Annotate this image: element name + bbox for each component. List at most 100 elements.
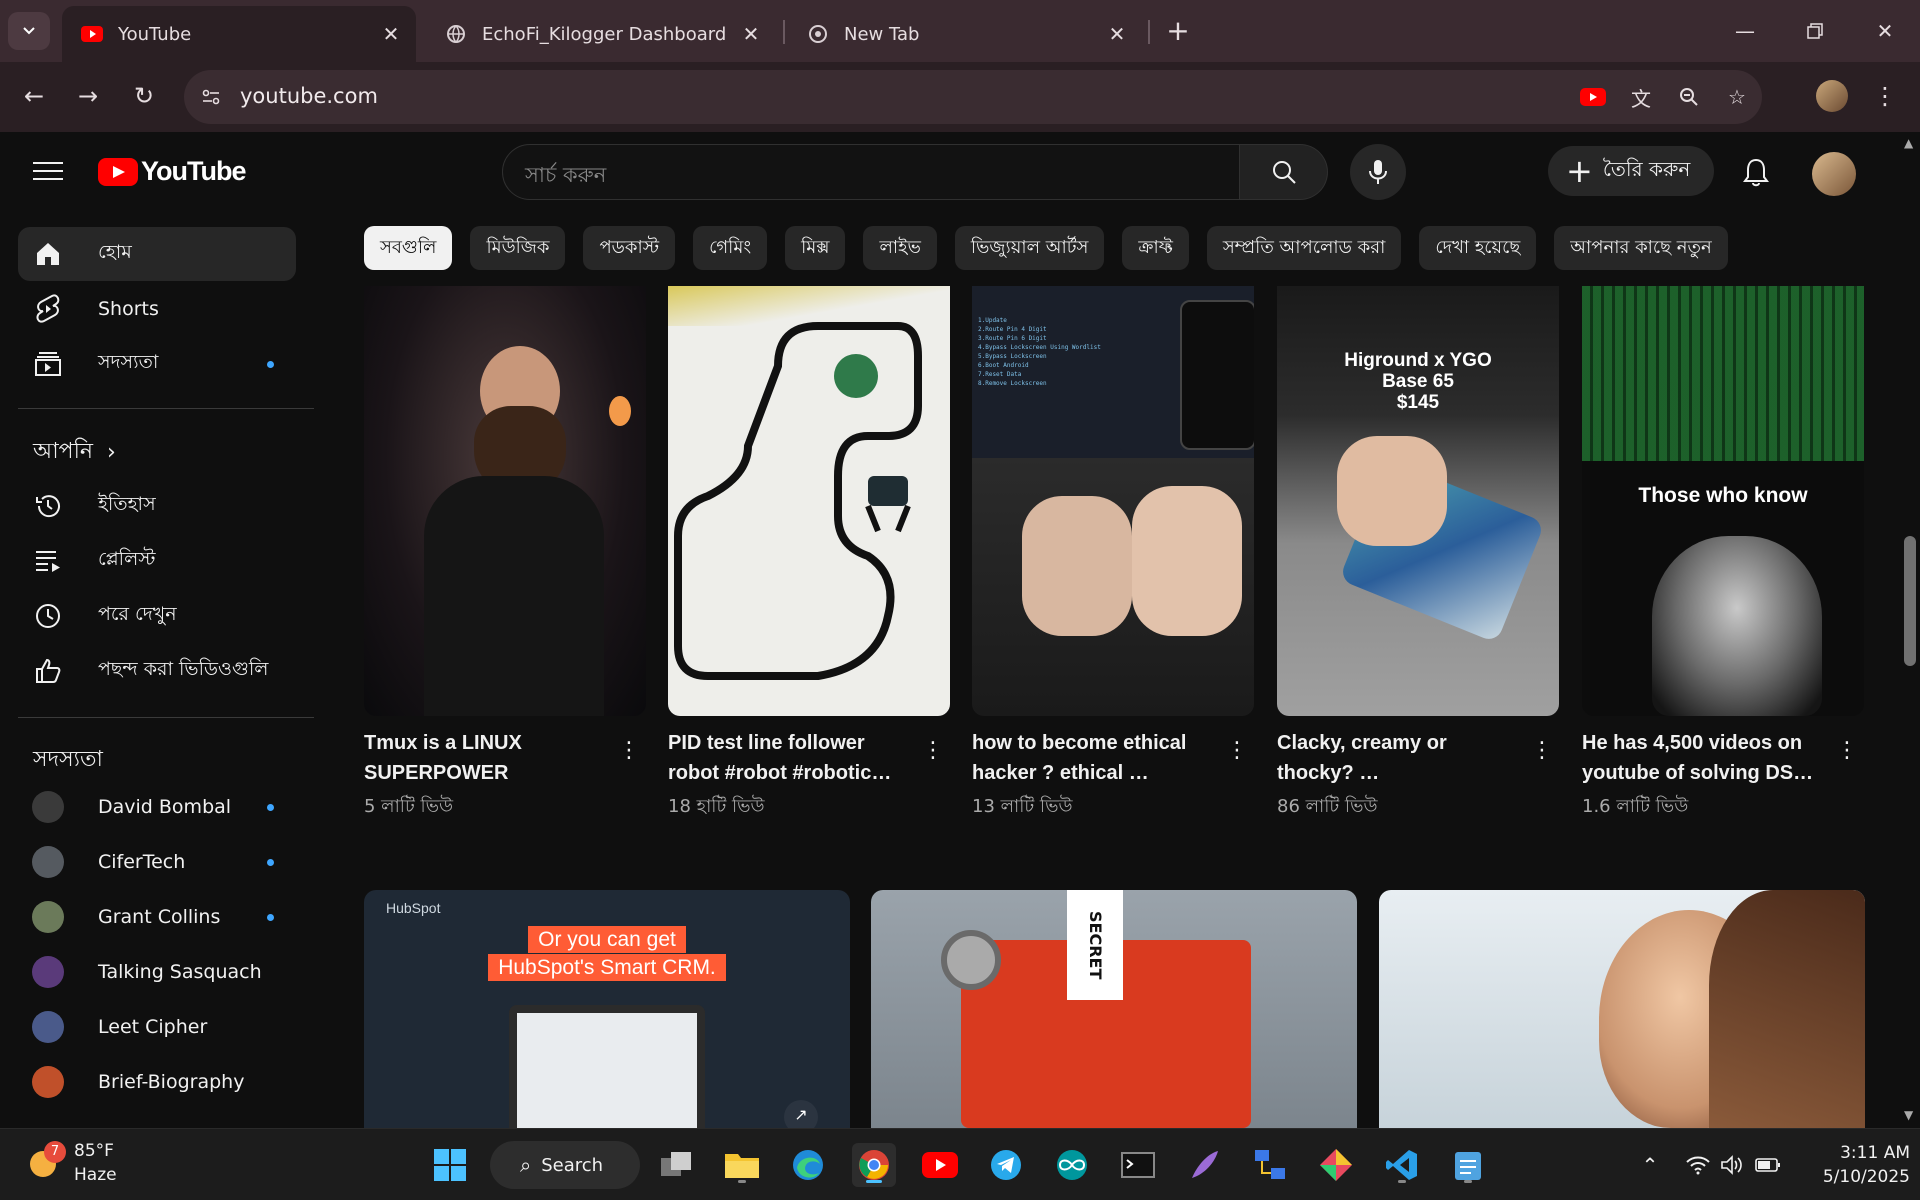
zoom-icon[interactable] xyxy=(1674,82,1704,112)
search-input[interactable]: সার্চ করুন xyxy=(502,144,1240,200)
chip-live[interactable]: লাইভ xyxy=(863,226,937,270)
terminal-icon[interactable] xyxy=(1116,1143,1160,1187)
sidebar-channel-david-bombal[interactable]: David Bombal xyxy=(18,780,296,834)
sidebar-channel-brief-biography[interactable]: Brief-Biography xyxy=(18,1055,296,1109)
sidebar-item-home[interactable]: হোম xyxy=(18,227,296,281)
short-title[interactable]: PID test line follower robot #robot #rob… xyxy=(668,728,908,788)
scroll-up-icon[interactable]: ▲ xyxy=(1904,136,1913,150)
chip-music[interactable]: মিউজিক xyxy=(470,226,566,270)
new-tab-button[interactable]: + xyxy=(1160,14,1196,50)
translate-icon[interactable]: 文 xyxy=(1626,82,1656,112)
sidebar-you-heading[interactable]: আপনি › xyxy=(33,434,116,471)
menu-icon[interactable] xyxy=(30,156,66,188)
profile-avatar[interactable] xyxy=(1816,80,1848,112)
tab-echofi-dashboard[interactable]: EchoFi_Kilogger Dashboard ✕ xyxy=(426,6,776,62)
bookmark-star-icon[interactable]: ☆ xyxy=(1722,82,1752,112)
external-link-icon[interactable]: ↗ xyxy=(784,1100,818,1128)
arduino-icon[interactable] xyxy=(1050,1143,1094,1187)
feather-app-icon[interactable] xyxy=(1182,1143,1226,1187)
more-options-icon[interactable]: ⋮ xyxy=(1531,738,1553,768)
short-card[interactable]: PID test line follower robot #robot #rob… xyxy=(668,286,950,817)
network-tool-icon[interactable] xyxy=(1248,1143,1292,1187)
sidebar-channel-talking-sasquach[interactable]: Talking Sasquach xyxy=(18,945,296,999)
chip-watched[interactable]: দেখা হয়েছে xyxy=(1419,226,1537,270)
close-tab-icon[interactable]: ✕ xyxy=(1102,22,1132,46)
short-thumbnail[interactable] xyxy=(668,286,950,716)
system-clock[interactable]: 3:11 AM 5/10/2025 xyxy=(1800,1141,1910,1189)
youtube-extension-icon[interactable] xyxy=(1578,82,1608,112)
vscode-icon[interactable] xyxy=(1380,1143,1424,1187)
short-title[interactable]: Clacky, creamy or thocky? … xyxy=(1277,728,1517,788)
weather-widget[interactable]: 7 85°F Haze xyxy=(24,1139,117,1187)
youtube-app-icon[interactable] xyxy=(918,1143,962,1187)
sidebar-channel-leet-cipher[interactable]: Leet Cipher xyxy=(18,1000,296,1054)
create-button[interactable]: + তৈরি করুন xyxy=(1548,146,1714,196)
address-bar[interactable]: youtube.com 文 ☆ xyxy=(184,70,1762,124)
chip-gaming[interactable]: গেমিং xyxy=(693,226,768,270)
volume-icon[interactable] xyxy=(1718,1147,1746,1183)
reload-icon[interactable]: ↻ xyxy=(124,76,164,116)
sidebar-item-subscriptions[interactable]: সদস্যতা xyxy=(18,337,296,391)
notifications-bell-icon[interactable] xyxy=(1736,150,1776,194)
short-card[interactable]: Tmux is a LINUX SUPERPOWER ⋮ 5 লাটি ভিউ xyxy=(364,286,646,817)
taskbar-search[interactable]: ⌕ Search xyxy=(490,1141,640,1189)
sidebar-channel-cifertech[interactable]: CiferTech xyxy=(18,835,296,889)
short-thumbnail[interactable]: Higround x YGO Base 65 $145 xyxy=(1277,286,1559,716)
chip-podcasts[interactable]: পডকাস্ট xyxy=(583,226,676,270)
more-options-icon[interactable]: ⋮ xyxy=(618,738,640,768)
chrome-icon[interactable] xyxy=(852,1143,896,1187)
short-title[interactable]: Tmux is a LINUX SUPERPOWER xyxy=(364,728,604,788)
more-options-icon[interactable]: ⋮ xyxy=(1836,738,1858,768)
wifi-icon[interactable] xyxy=(1684,1147,1712,1183)
sidebar-channel-grant-collins[interactable]: Grant Collins xyxy=(18,890,296,944)
ad-video-card[interactable]: HubSpot Or you can get HubSpot's Smart C… xyxy=(364,890,850,1128)
telegram-icon[interactable] xyxy=(984,1143,1028,1187)
youtube-logo[interactable]: YouTube xyxy=(98,156,246,187)
search-button[interactable] xyxy=(1240,144,1328,200)
short-card[interactable]: 1.Update 2.Route Pin 4 Digit 3.Route Pin… xyxy=(972,286,1254,817)
more-options-icon[interactable]: ⋮ xyxy=(1226,738,1248,768)
close-tab-icon[interactable]: ✕ xyxy=(376,22,406,46)
sidebar-item-watch-later[interactable]: পরে দেখুন xyxy=(18,589,296,643)
short-thumbnail[interactable] xyxy=(364,286,646,716)
short-title[interactable]: He has 4,500 videos on youtube of solvin… xyxy=(1582,728,1822,788)
file-explorer-icon[interactable] xyxy=(720,1143,764,1187)
tab-search-button[interactable] xyxy=(8,12,50,50)
sidebar-item-history[interactable]: ইতিহাস xyxy=(18,479,296,533)
show-hidden-icons-icon[interactable]: ⌃ xyxy=(1636,1147,1664,1183)
page-scrollbar[interactable]: ▲ ▼ xyxy=(1900,132,1920,1128)
sidebar-item-shorts[interactable]: Shorts xyxy=(18,282,296,336)
voice-search-button[interactable] xyxy=(1350,144,1406,200)
chip-recently-uploaded[interactable]: সম্প্রতি আপলোড করা xyxy=(1206,226,1402,270)
task-view-icon[interactable] xyxy=(654,1143,698,1187)
more-options-icon[interactable]: ⋮ xyxy=(922,738,944,768)
video-card[interactable] xyxy=(1379,890,1865,1128)
minimize-icon[interactable]: — xyxy=(1720,12,1770,50)
chip-all[interactable]: সবগুলি xyxy=(364,226,453,270)
chip-mixes[interactable]: মিক্স xyxy=(785,226,846,270)
windows-start-icon[interactable] xyxy=(428,1143,472,1187)
short-title[interactable]: how to become ethical hacker ? ethical … xyxy=(972,728,1212,788)
scroll-down-icon[interactable]: ▼ xyxy=(1904,1108,1913,1122)
colorful-app-icon[interactable] xyxy=(1314,1143,1358,1187)
battery-icon[interactable] xyxy=(1754,1147,1782,1183)
browser-menu-icon[interactable]: ⋮ xyxy=(1870,78,1900,114)
edge-browser-icon[interactable] xyxy=(786,1143,830,1187)
chip-new-to-you[interactable]: আপনার কাছে নতুন xyxy=(1554,226,1728,270)
account-avatar[interactable] xyxy=(1812,152,1856,196)
back-icon[interactable]: ← xyxy=(14,76,54,116)
scrollbar-thumb[interactable] xyxy=(1904,536,1916,666)
forward-icon[interactable]: → xyxy=(68,76,108,116)
short-thumbnail[interactable]: 1.Update 2.Route Pin 4 Digit 3.Route Pin… xyxy=(972,286,1254,716)
sidebar-item-liked-videos[interactable]: পছন্দ করা ভিডিওগুলি xyxy=(18,644,296,698)
restore-icon[interactable] xyxy=(1790,12,1840,50)
site-info-icon[interactable] xyxy=(198,84,224,110)
close-window-icon[interactable]: ✕ xyxy=(1860,12,1910,50)
tab-new-tab[interactable]: New Tab ✕ xyxy=(788,6,1142,62)
notepad-icon[interactable] xyxy=(1446,1143,1490,1187)
short-card[interactable]: Those who know He has 4,500 videos on yo… xyxy=(1582,286,1864,817)
sidebar-item-playlists[interactable]: প্লেলিস্ট xyxy=(18,534,296,588)
chip-visual-arts[interactable]: ভিজ্যুয়াল আর্টস xyxy=(954,226,1105,270)
short-thumbnail[interactable]: Those who know xyxy=(1582,286,1864,716)
close-tab-icon[interactable]: ✕ xyxy=(736,22,766,46)
